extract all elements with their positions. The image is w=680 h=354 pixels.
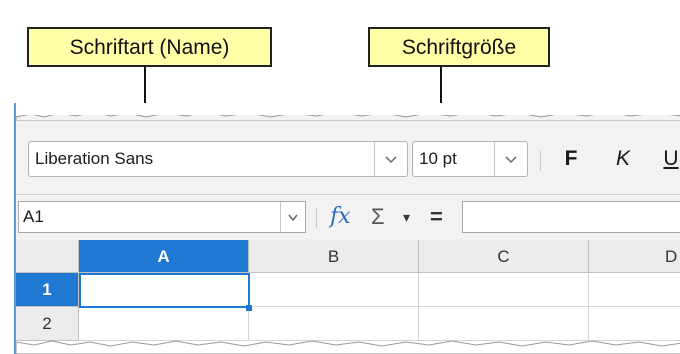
bold-button-label: F [564, 147, 578, 170]
formula-label: = [430, 204, 443, 229]
cell-a1-selected[interactable] [79, 273, 250, 308]
corner-select-all[interactable] [16, 240, 79, 273]
font-size-combobox[interactable]: 10 pt [412, 141, 528, 177]
font-name-combobox[interactable]: Liberation Sans [28, 141, 408, 177]
chevron-down-icon [288, 214, 298, 221]
fill-handle[interactable] [246, 305, 252, 311]
font-size-callout-label: Schriftgröße [401, 36, 517, 59]
sum-dropdown-icon[interactable]: ▾ [403, 201, 410, 233]
name-box-value: A1 [23, 207, 44, 226]
formula-bar: A1 fx Σ ▾ = [16, 194, 680, 241]
font-size-dropdown-button[interactable] [494, 142, 527, 176]
torn-edge-top [16, 103, 680, 121]
cell-d1[interactable] [589, 273, 680, 307]
column-header-d[interactable]: D [589, 240, 680, 273]
italic-button[interactable]: K [610, 145, 636, 173]
formatting-toolbar: Liberation Sans 10 pt F K U [16, 133, 680, 185]
function-wizard-label: fx [330, 204, 351, 229]
function-wizard-icon[interactable]: fx [330, 201, 351, 233]
bold-button[interactable]: F [558, 145, 584, 173]
underline-button-label: U [663, 147, 679, 170]
font-size-value: 10 pt [419, 149, 457, 168]
font-name-dropdown-button[interactable] [374, 142, 407, 176]
column-header-c[interactable]: C [419, 240, 589, 273]
cell-c1[interactable] [419, 273, 589, 307]
column-header-label: C [497, 247, 510, 266]
formula-icon[interactable]: = [430, 201, 443, 233]
column-header-label: D [665, 247, 678, 266]
sum-label: Σ [371, 204, 385, 229]
sum-dropdown-label: ▾ [403, 209, 411, 225]
italic-button-label: K [615, 147, 630, 170]
cell-b1[interactable] [249, 273, 419, 307]
chevron-down-icon [505, 156, 517, 164]
column-header-label: A [157, 247, 170, 266]
column-header-a[interactable]: A [79, 240, 249, 273]
name-box[interactable]: A1 [18, 201, 306, 233]
chevron-down-icon [385, 156, 397, 164]
row-header-label: 2 [42, 314, 52, 333]
underline-button[interactable]: U [658, 145, 680, 173]
font-size-callout: Schriftgröße [368, 27, 550, 67]
column-header-label: B [327, 247, 340, 266]
row-header-label: 1 [42, 280, 52, 299]
formula-separator [316, 208, 317, 228]
formula-input[interactable] [462, 201, 680, 233]
column-header-b[interactable]: B [249, 240, 419, 273]
name-box-dropdown-button[interactable] [280, 202, 305, 232]
torn-edge-bottom [16, 340, 680, 354]
calc-window-excerpt: Liberation Sans 10 pt F K U A1 fx Σ ▾ = … [14, 103, 680, 354]
font-name-callout: Schriftart (Name) [27, 27, 272, 67]
sum-icon[interactable]: Σ [371, 201, 385, 233]
font-name-callout-label: Schriftart (Name) [69, 36, 230, 59]
toolbar-separator [540, 151, 541, 171]
font-name-value: Liberation Sans [35, 149, 154, 168]
row-header-1[interactable]: 1 [16, 273, 79, 307]
